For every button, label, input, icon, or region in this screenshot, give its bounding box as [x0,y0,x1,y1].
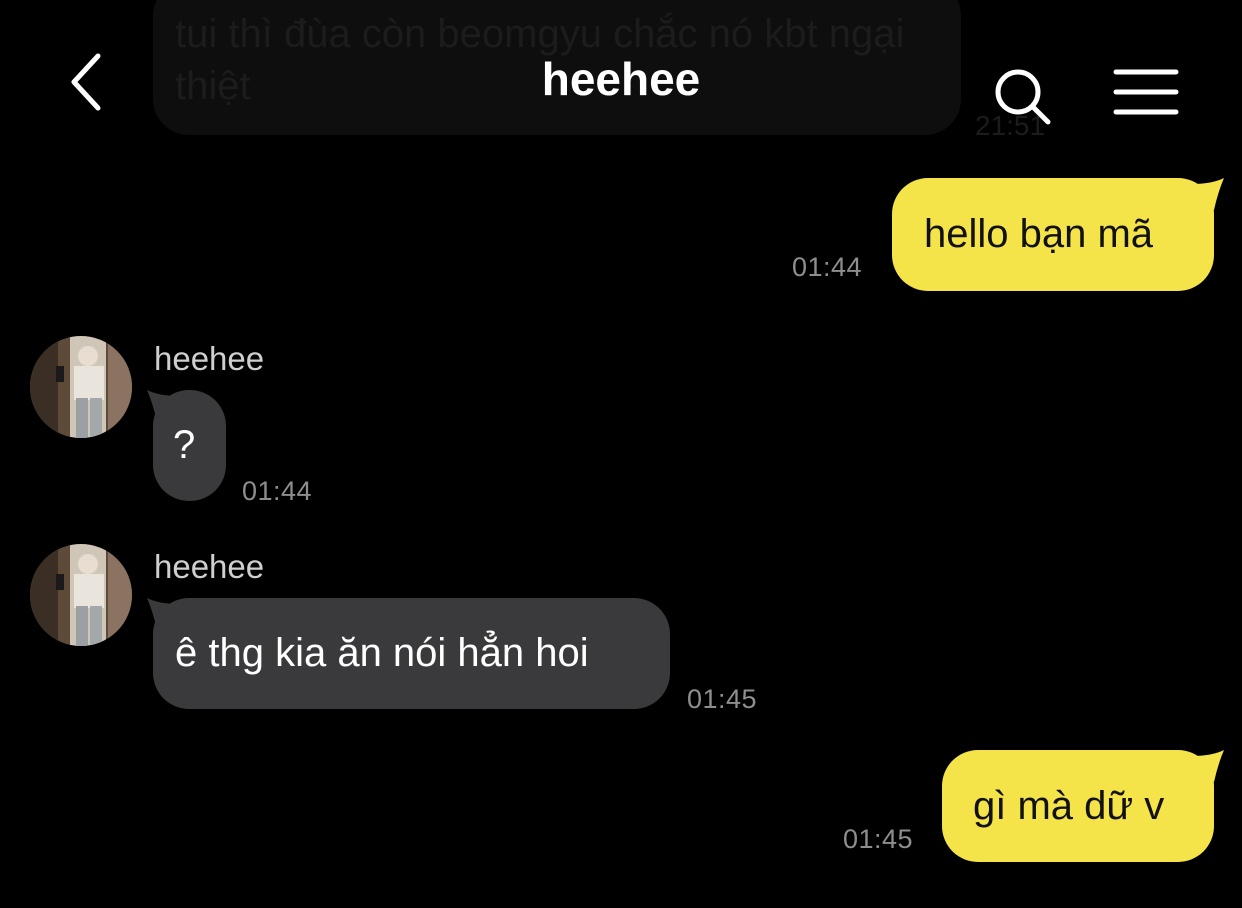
avatar-photo [30,544,132,646]
bubble-tail [1192,750,1224,782]
chat-title: heehee [541,53,701,105]
message-text: ê thg kia ăn nói hẳn hoi [175,631,589,675]
avatar[interactable] [30,544,132,646]
message-text: hello bạn mã [924,212,1154,256]
message-text: gì mà dữ v [973,783,1165,828]
chat-header: heehee [0,0,1242,160]
message-time: 01:45 [687,684,758,714]
outgoing-message-bubble[interactable]: gì mà dữ v [942,750,1214,862]
search-icon [995,69,1051,125]
incoming-message-bubble[interactable]: ? [153,390,226,501]
outgoing-message-bubble[interactable]: hello bạn mã [892,178,1214,291]
bubble-tail [1192,178,1224,210]
avatar-photo [30,336,132,438]
sender-name: heehee [154,340,265,377]
message-time: 01:44 [792,252,863,282]
menu-button[interactable] [1112,64,1180,120]
back-button[interactable] [62,50,118,114]
sender-name: heehee [154,548,265,585]
message-time: 01:45 [843,824,914,854]
menu-icon [1113,69,1179,115]
incoming-message-bubble[interactable]: ê thg kia ăn nói hẳn hoi [153,598,670,709]
message-time: 01:44 [242,476,313,506]
avatar[interactable] [30,336,132,438]
chevron-left-icon [71,53,101,111]
message-text: ? [173,423,196,467]
search-button[interactable] [990,64,1054,128]
